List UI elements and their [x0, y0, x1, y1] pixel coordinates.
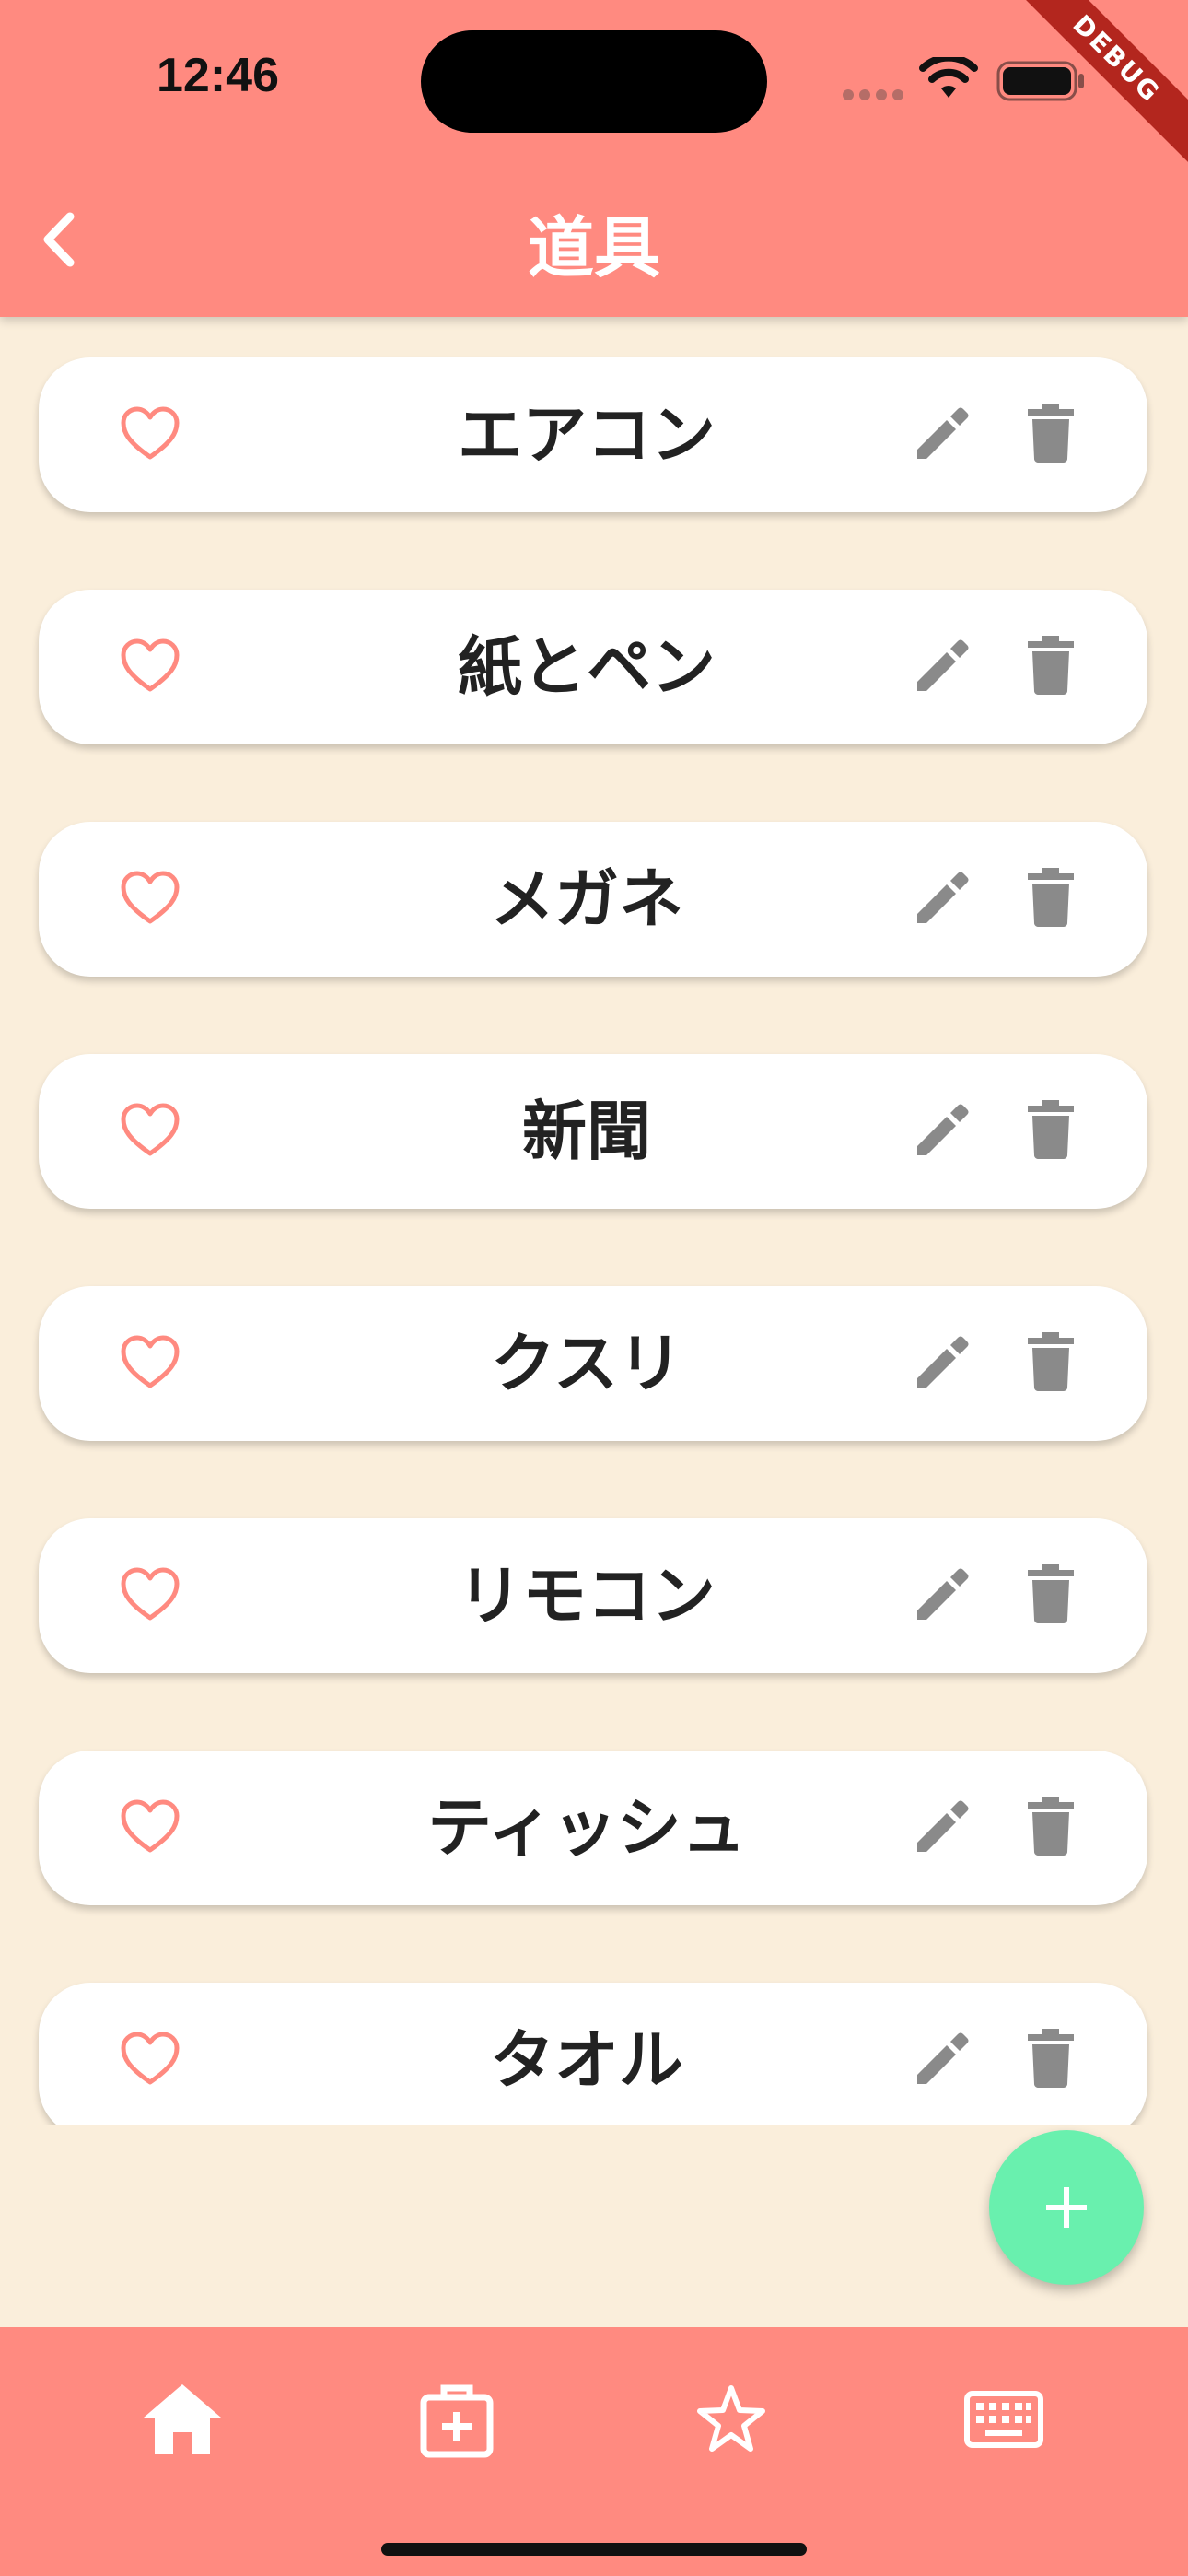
pencil-icon[interactable]: [914, 2031, 971, 2088]
battery-icon: [996, 61, 1084, 101]
list-item[interactable]: クスリ: [39, 1286, 1147, 1441]
trash-icon[interactable]: [1028, 404, 1074, 463]
trash-icon[interactable]: [1028, 1332, 1074, 1391]
nav-home[interactable]: [136, 2373, 228, 2465]
pencil-icon[interactable]: [914, 870, 971, 927]
list-item[interactable]: 新聞: [39, 1054, 1147, 1209]
nav-favorites[interactable]: [685, 2373, 777, 2465]
item-name: クスリ: [491, 1326, 682, 1401]
medical-kit-icon: [420, 2384, 494, 2458]
item-name: エアコン: [458, 397, 716, 473]
pencil-icon[interactable]: [914, 1102, 971, 1159]
keyboard-icon: [964, 2391, 1043, 2448]
add-item-button[interactable]: [989, 2130, 1144, 2285]
page-title: 道具: [527, 209, 660, 287]
pencil-icon[interactable]: [914, 1334, 971, 1391]
heart-outline-icon[interactable]: [120, 638, 181, 695]
home-indicator[interactable]: [381, 2543, 807, 2556]
list-item[interactable]: タオル: [39, 1983, 1147, 2125]
nav-medical[interactable]: [411, 2373, 503, 2465]
item-name: 紙とペン: [458, 629, 716, 705]
heart-outline-icon[interactable]: [120, 405, 181, 463]
heart-outline-icon[interactable]: [120, 1102, 181, 1159]
pencil-icon[interactable]: [914, 638, 971, 695]
trash-icon[interactable]: [1028, 1100, 1074, 1159]
list-item[interactable]: エアコン: [39, 357, 1147, 512]
app-bar: 12:46 道具: [0, 0, 1188, 317]
item-name: リモコン: [458, 1558, 716, 1633]
pencil-icon[interactable]: [914, 1798, 971, 1856]
trash-icon[interactable]: [1028, 2029, 1074, 2088]
home-icon: [144, 2384, 221, 2454]
item-name: タオル: [490, 2022, 683, 2098]
star-outline-icon: [697, 2385, 765, 2452]
pencil-icon[interactable]: [914, 405, 971, 463]
list-item[interactable]: ティッシュ: [39, 1751, 1147, 1905]
list-item[interactable]: リモコン: [39, 1518, 1147, 1673]
heart-outline-icon[interactable]: [120, 1334, 181, 1391]
item-list[interactable]: エアコン 紙とペン メガネ 新聞 クスリ リモコン ティッシュ タオル: [0, 317, 1188, 2125]
heart-outline-icon[interactable]: [120, 1566, 181, 1623]
item-name: 新聞: [522, 1094, 651, 1169]
trash-icon[interactable]: [1028, 1564, 1074, 1623]
list-item[interactable]: 紙とペン: [39, 590, 1147, 744]
pencil-icon[interactable]: [914, 1566, 971, 1623]
nav-keyboard[interactable]: [958, 2373, 1050, 2465]
plus-icon: [1046, 2187, 1087, 2228]
trash-icon[interactable]: [1028, 1797, 1074, 1856]
item-name: ティッシュ: [427, 1790, 746, 1866]
trash-icon[interactable]: [1028, 868, 1074, 927]
item-name: メガネ: [490, 861, 683, 937]
signal-icon: [843, 87, 909, 104]
list-item[interactable]: メガネ: [39, 822, 1147, 977]
status-time: 12:46: [157, 49, 279, 102]
wifi-icon: [919, 57, 978, 98]
bottom-navigation: [0, 2327, 1188, 2576]
heart-outline-icon[interactable]: [120, 1798, 181, 1856]
heart-outline-icon[interactable]: [120, 870, 181, 927]
trash-icon[interactable]: [1028, 636, 1074, 695]
dynamic-island: [421, 30, 767, 133]
heart-outline-icon[interactable]: [120, 2031, 181, 2088]
